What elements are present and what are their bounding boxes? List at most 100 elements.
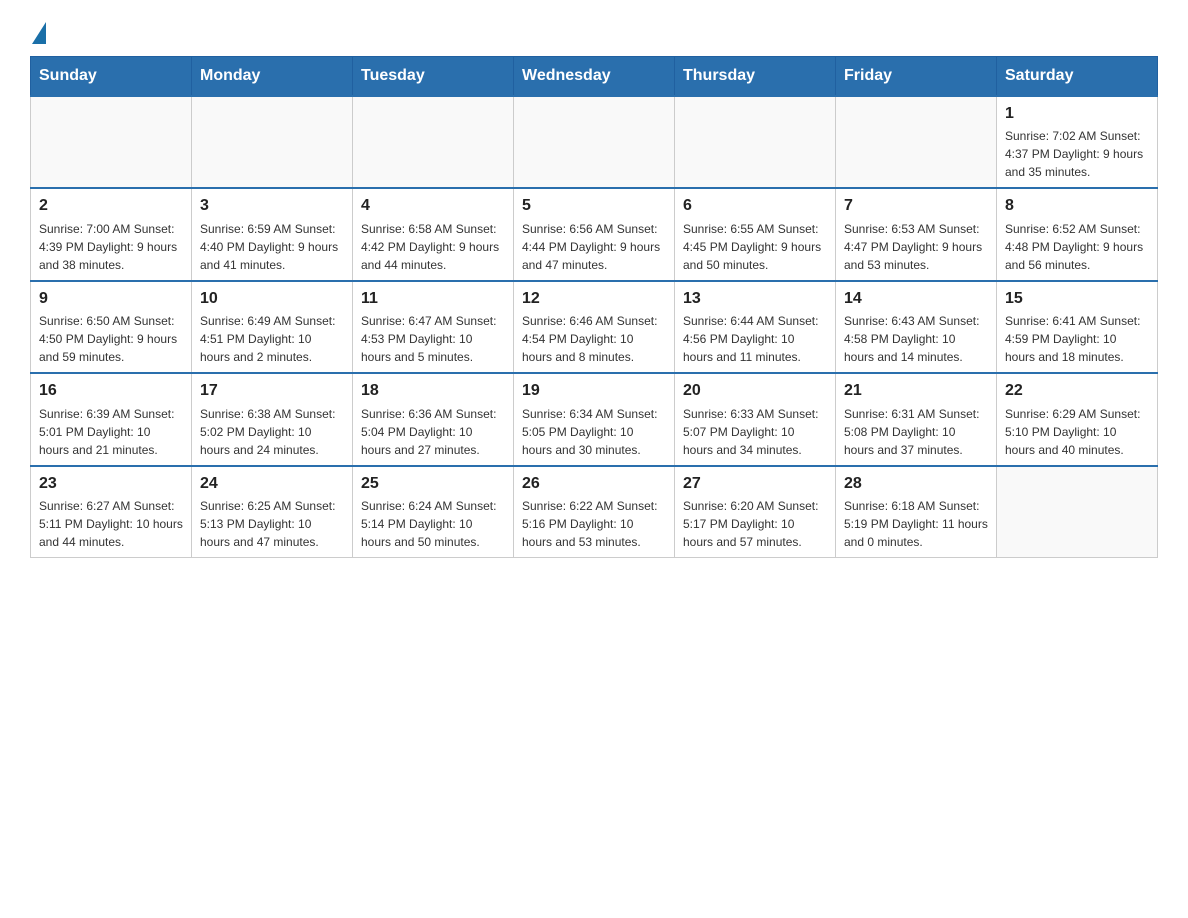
day-info: Sunrise: 6:38 AM Sunset: 5:02 PM Dayligh… [200, 405, 344, 459]
day-info: Sunrise: 6:25 AM Sunset: 5:13 PM Dayligh… [200, 497, 344, 551]
day-info: Sunrise: 6:46 AM Sunset: 4:54 PM Dayligh… [522, 312, 666, 366]
day-info: Sunrise: 6:18 AM Sunset: 5:19 PM Dayligh… [844, 497, 988, 551]
day-info: Sunrise: 6:36 AM Sunset: 5:04 PM Dayligh… [361, 405, 505, 459]
day-info: Sunrise: 6:41 AM Sunset: 4:59 PM Dayligh… [1005, 312, 1149, 366]
day-info: Sunrise: 7:00 AM Sunset: 4:39 PM Dayligh… [39, 220, 183, 274]
calendar-cell: 13Sunrise: 6:44 AM Sunset: 4:56 PM Dayli… [675, 281, 836, 373]
calendar-cell [836, 96, 997, 188]
day-number: 26 [522, 473, 666, 495]
calendar-cell: 16 Sunrise: 6:39 AM Sunset: 5:01 PM Dayli… [31, 373, 192, 465]
day-number: 6 [683, 195, 827, 217]
day-number: 17 [200, 380, 344, 402]
calendar-cell: 6 Sunrise: 6:55 AM Sunset: 4:45 PM Daylig… [675, 188, 836, 280]
calendar-cell: 28Sunrise: 6:18 AM Sunset: 5:19 PM Dayli… [836, 466, 997, 558]
day-number: 22 [1005, 380, 1149, 402]
day-number: 24 [200, 473, 344, 495]
weekday-header-sunday: Sunday [31, 57, 192, 97]
day-info: Sunrise: 6:59 AM Sunset: 4:40 PM Dayligh… [200, 220, 344, 274]
day-number: 1 [1005, 103, 1149, 125]
calendar-cell: 23Sunrise: 6:27 AM Sunset: 5:11 PM Dayli… [31, 466, 192, 558]
day-info: Sunrise: 7:02 AM Sunset: 4:37 PM Dayligh… [1005, 127, 1149, 181]
day-number: 12 [522, 288, 666, 310]
calendar-cell [675, 96, 836, 188]
day-info: Sunrise: 6:50 AM Sunset: 4:50 PM Dayligh… [39, 312, 183, 366]
day-info: Sunrise: 6:39 AM Sunset: 5:01 PM Dayligh… [39, 405, 183, 459]
logo [30, 20, 46, 40]
calendar-cell: 24Sunrise: 6:25 AM Sunset: 5:13 PM Dayli… [192, 466, 353, 558]
day-info: Sunrise: 6:27 AM Sunset: 5:11 PM Dayligh… [39, 497, 183, 551]
calendar-cell: 10Sunrise: 6:49 AM Sunset: 4:51 PM Dayli… [192, 281, 353, 373]
day-number: 18 [361, 380, 505, 402]
day-info: Sunrise: 6:44 AM Sunset: 4:56 PM Dayligh… [683, 312, 827, 366]
day-info: Sunrise: 6:52 AM Sunset: 4:48 PM Dayligh… [1005, 220, 1149, 274]
calendar-cell: 12Sunrise: 6:46 AM Sunset: 4:54 PM Dayli… [514, 281, 675, 373]
calendar-cell: 26Sunrise: 6:22 AM Sunset: 5:16 PM Dayli… [514, 466, 675, 558]
day-info: Sunrise: 6:53 AM Sunset: 4:47 PM Dayligh… [844, 220, 988, 274]
calendar-cell: 2 Sunrise: 7:00 AM Sunset: 4:39 PM Daylig… [31, 188, 192, 280]
day-number: 27 [683, 473, 827, 495]
day-number: 8 [1005, 195, 1149, 217]
calendar-cell: 3 Sunrise: 6:59 AM Sunset: 4:40 PM Daylig… [192, 188, 353, 280]
calendar-cell: 27Sunrise: 6:20 AM Sunset: 5:17 PM Dayli… [675, 466, 836, 558]
day-info: Sunrise: 6:22 AM Sunset: 5:16 PM Dayligh… [522, 497, 666, 551]
day-number: 23 [39, 473, 183, 495]
day-info: Sunrise: 6:47 AM Sunset: 4:53 PM Dayligh… [361, 312, 505, 366]
weekday-header-tuesday: Tuesday [353, 57, 514, 97]
day-number: 10 [200, 288, 344, 310]
calendar-cell: 11Sunrise: 6:47 AM Sunset: 4:53 PM Dayli… [353, 281, 514, 373]
calendar-cell: 17 Sunrise: 6:38 AM Sunset: 5:02 PM Dayli… [192, 373, 353, 465]
day-info: Sunrise: 6:31 AM Sunset: 5:08 PM Dayligh… [844, 405, 988, 459]
weekday-header-wednesday: Wednesday [514, 57, 675, 97]
day-number: 2 [39, 195, 183, 217]
day-number: 28 [844, 473, 988, 495]
week-row-2: 2 Sunrise: 7:00 AM Sunset: 4:39 PM Daylig… [31, 188, 1158, 280]
day-number: 15 [1005, 288, 1149, 310]
day-info: Sunrise: 6:20 AM Sunset: 5:17 PM Dayligh… [683, 497, 827, 551]
day-info: Sunrise: 6:33 AM Sunset: 5:07 PM Dayligh… [683, 405, 827, 459]
day-number: 16 [39, 380, 183, 402]
day-number: 11 [361, 288, 505, 310]
calendar-cell: 22 Sunrise: 6:29 AM Sunset: 5:10 PM Dayli… [997, 373, 1158, 465]
week-row-5: 23Sunrise: 6:27 AM Sunset: 5:11 PM Dayli… [31, 466, 1158, 558]
day-number: 21 [844, 380, 988, 402]
calendar-header-row: SundayMondayTuesdayWednesdayThursdayFrid… [31, 57, 1158, 97]
day-info: Sunrise: 6:55 AM Sunset: 4:45 PM Dayligh… [683, 220, 827, 274]
calendar-table: SundayMondayTuesdayWednesdayThursdayFrid… [30, 56, 1158, 558]
week-row-1: 1Sunrise: 7:02 AM Sunset: 4:37 PM Daylig… [31, 96, 1158, 188]
day-info: Sunrise: 6:34 AM Sunset: 5:05 PM Dayligh… [522, 405, 666, 459]
calendar-cell: 14Sunrise: 6:43 AM Sunset: 4:58 PM Dayli… [836, 281, 997, 373]
calendar-cell: 4Sunrise: 6:58 AM Sunset: 4:42 PM Daylig… [353, 188, 514, 280]
logo-triangle-icon [32, 22, 46, 44]
calendar-cell: 19 Sunrise: 6:34 AM Sunset: 5:05 PM Dayli… [514, 373, 675, 465]
calendar-cell [31, 96, 192, 188]
day-number: 14 [844, 288, 988, 310]
week-row-3: 9Sunrise: 6:50 AM Sunset: 4:50 PM Daylig… [31, 281, 1158, 373]
calendar-cell [514, 96, 675, 188]
calendar-cell: 8 Sunrise: 6:52 AM Sunset: 4:48 PM Daylig… [997, 188, 1158, 280]
calendar-cell: 9Sunrise: 6:50 AM Sunset: 4:50 PM Daylig… [31, 281, 192, 373]
day-info: Sunrise: 6:43 AM Sunset: 4:58 PM Dayligh… [844, 312, 988, 366]
day-number: 7 [844, 195, 988, 217]
weekday-header-thursday: Thursday [675, 57, 836, 97]
week-row-4: 16 Sunrise: 6:39 AM Sunset: 5:01 PM Dayli… [31, 373, 1158, 465]
day-number: 20 [683, 380, 827, 402]
calendar-cell: 25Sunrise: 6:24 AM Sunset: 5:14 PM Dayli… [353, 466, 514, 558]
day-number: 13 [683, 288, 827, 310]
day-info: Sunrise: 6:24 AM Sunset: 5:14 PM Dayligh… [361, 497, 505, 551]
calendar-cell: 7 Sunrise: 6:53 AM Sunset: 4:47 PM Daylig… [836, 188, 997, 280]
calendar-cell [997, 466, 1158, 558]
calendar-cell: 18 Sunrise: 6:36 AM Sunset: 5:04 PM Dayli… [353, 373, 514, 465]
day-number: 3 [200, 195, 344, 217]
calendar-cell [192, 96, 353, 188]
day-info: Sunrise: 6:29 AM Sunset: 5:10 PM Dayligh… [1005, 405, 1149, 459]
calendar-cell: 15Sunrise: 6:41 AM Sunset: 4:59 PM Dayli… [997, 281, 1158, 373]
day-number: 9 [39, 288, 183, 310]
day-info: Sunrise: 6:49 AM Sunset: 4:51 PM Dayligh… [200, 312, 344, 366]
day-number: 4 [361, 195, 505, 217]
weekday-header-monday: Monday [192, 57, 353, 97]
calendar-cell [353, 96, 514, 188]
calendar-cell: 20 Sunrise: 6:33 AM Sunset: 5:07 PM Dayli… [675, 373, 836, 465]
day-number: 19 [522, 380, 666, 402]
calendar-cell: 5Sunrise: 6:56 AM Sunset: 4:44 PM Daylig… [514, 188, 675, 280]
calendar-cell: 1Sunrise: 7:02 AM Sunset: 4:37 PM Daylig… [997, 96, 1158, 188]
